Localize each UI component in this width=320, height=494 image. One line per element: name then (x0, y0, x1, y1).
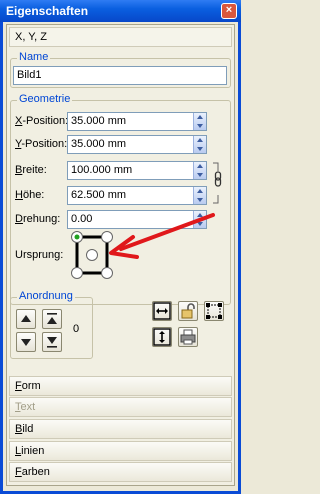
properties-panel: X, Y, Z Name Bild1 Geometrie X-Position:… (6, 24, 235, 486)
arrow-up-icon (21, 315, 31, 322)
y-position-spinner[interactable] (193, 136, 206, 153)
y-position-label: Y-Position: (15, 138, 68, 150)
origin-radio-center (86, 249, 98, 261)
rotation-label: Drehung: (15, 213, 61, 225)
height-field[interactable]: 62.500 mm (67, 186, 207, 205)
window-title: Eigenschaften (6, 4, 89, 18)
origin-radio-bottom-left (71, 267, 83, 279)
flip-vertical-icon (153, 328, 171, 346)
arrow-down-to-bottom-icon (47, 337, 57, 348)
lock-icon (181, 303, 195, 319)
width-field[interactable]: 100.000 mm (67, 161, 207, 180)
annotation-arrow (109, 213, 215, 259)
width-label: Breite: (15, 164, 47, 176)
x-position-spinner[interactable] (193, 113, 206, 130)
arrangement-level: 0 (73, 323, 80, 335)
tab-text[interactable]: Text (9, 397, 232, 417)
tab-xyz[interactable]: X, Y, Z (9, 27, 232, 47)
name-group-title: Name (17, 51, 51, 63)
arrangement-group-title: Anordnung (17, 290, 75, 302)
flip-horizontal-button[interactable] (152, 301, 172, 321)
tab-xyz-label: X, Y, Z (15, 31, 48, 43)
arrow-down-icon (21, 339, 31, 346)
send-backward-button[interactable] (16, 332, 36, 352)
window-titlebar[interactable]: Eigenschaften × (0, 0, 241, 22)
tab-form[interactable]: Form (9, 376, 232, 396)
bring-to-front-button[interactable] (42, 309, 62, 329)
origin-radio-bottom-right (101, 267, 113, 279)
x-position-label: X-Position: (15, 115, 69, 127)
height-spinner[interactable] (193, 187, 206, 204)
flip-horizontal-icon (153, 302, 171, 320)
name-field[interactable]: Bild1 (13, 66, 227, 85)
geometry-group-title: Geometrie (17, 93, 73, 105)
tab-farben[interactable]: Farben (9, 462, 232, 482)
bring-forward-button[interactable] (16, 309, 36, 329)
printer-icon (180, 329, 196, 345)
frame-size-button[interactable] (204, 301, 224, 321)
send-to-back-button[interactable] (42, 332, 62, 352)
y-position-field[interactable]: 35.000 mm (67, 135, 207, 154)
height-label: Höhe: (15, 189, 45, 201)
close-icon[interactable]: × (221, 3, 237, 19)
flip-vertical-button[interactable] (152, 327, 172, 347)
tab-linien[interactable]: Linien (9, 441, 232, 461)
arrow-up-to-top-icon (47, 313, 57, 324)
chain-link-icon[interactable] (211, 161, 225, 205)
print-button[interactable] (178, 327, 198, 347)
x-position-field[interactable]: 35.000 mm (67, 112, 207, 131)
origin-label: Ursprung: (15, 249, 64, 261)
tab-bild[interactable]: Bild (9, 419, 232, 439)
lock-button[interactable] (178, 301, 198, 321)
frame-resize-icon (206, 303, 222, 319)
width-spinner[interactable] (193, 162, 206, 179)
